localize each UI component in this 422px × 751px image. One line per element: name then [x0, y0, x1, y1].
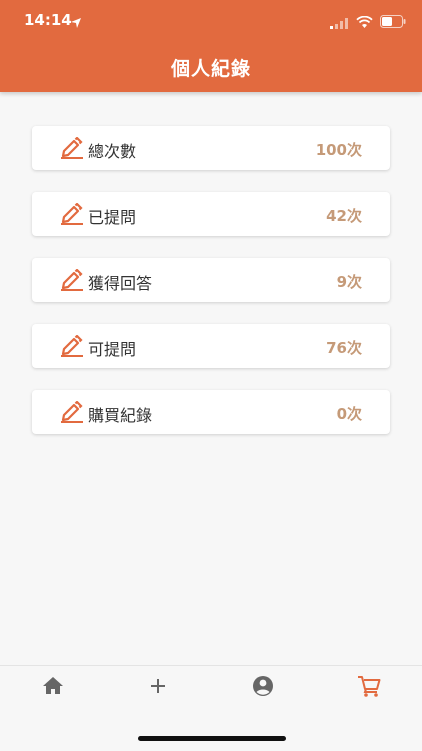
tab-account[interactable]: [248, 674, 278, 698]
record-value: 0次: [336, 405, 362, 423]
record-item-purchases[interactable]: 購買紀錄 0次: [32, 390, 390, 434]
home-indicator: [138, 736, 286, 741]
page-title: 個人紀錄: [170, 58, 251, 80]
home-icon: [43, 677, 63, 694]
tab-add[interactable]: [143, 674, 173, 698]
record-item-asked[interactable]: 已提問 42次: [32, 192, 390, 236]
pencil-icon: [60, 202, 84, 229]
plus-icon: [151, 679, 165, 693]
tab-home[interactable]: [38, 674, 68, 698]
account-icon: [253, 676, 273, 696]
battery-icon: [380, 13, 406, 32]
location-arrow-icon: [70, 14, 82, 33]
record-label: 已提問: [88, 208, 137, 227]
record-value: 42次: [326, 207, 362, 225]
record-list: 總次數 100次 已提問 42次 獲得回答 9次 可提問 76次 購買紀錄 0次: [32, 126, 390, 456]
record-value: 100次: [315, 141, 362, 159]
record-label: 獲得回答: [88, 274, 153, 293]
pencil-icon: [60, 268, 84, 295]
record-item-available[interactable]: 可提問 76次: [32, 324, 390, 368]
wifi-icon: [356, 13, 373, 32]
record-item-total[interactable]: 總次數 100次: [32, 126, 390, 170]
record-label: 總次數: [88, 142, 137, 161]
tab-cart[interactable]: [354, 674, 384, 698]
cellular-signal-icon: [330, 14, 348, 33]
record-value: 76次: [326, 339, 362, 357]
pencil-icon: [60, 400, 84, 427]
app-header: 14:14 個人紀錄: [0, 0, 422, 92]
status-bar: 14:14: [0, 0, 422, 40]
status-time: 14:14: [24, 11, 72, 29]
pencil-icon: [60, 334, 84, 361]
cart-icon: [358, 676, 381, 697]
record-value: 9次: [336, 273, 362, 291]
record-item-answered[interactable]: 獲得回答 9次: [32, 258, 390, 302]
record-label: 購買紀錄: [88, 406, 153, 425]
pencil-icon: [60, 136, 84, 163]
record-label: 可提問: [88, 340, 137, 359]
